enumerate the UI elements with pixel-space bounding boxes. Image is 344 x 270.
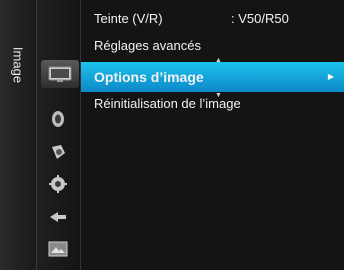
sound-icon[interactable]: [47, 108, 69, 130]
menu-item-reinitialisation[interactable]: Réinitialisation de l’image: [81, 91, 344, 117]
setup-icon[interactable]: [47, 173, 69, 195]
chevron-right-icon: ▶: [327, 72, 334, 81]
menu-item-label: Teinte (V/R): [94, 11, 163, 26]
menu-item-label: Réglages avancés: [94, 38, 201, 53]
input-icon[interactable]: [47, 206, 69, 228]
application-icon[interactable]: [47, 238, 69, 260]
menu-list: Teinte (V/R) : V50/R50 Réglages avancés …: [81, 0, 344, 270]
menu-category-tab: Image: [0, 0, 37, 270]
tv-osd-frame: Image Teinte (V/R): V50/R50 Réglages av…: [0, 0, 344, 270]
menu-item-options-image[interactable]: Options d’image ▶: [81, 62, 344, 92]
menu-item-reglages-avances[interactable]: Réglages avancés: [81, 33, 344, 59]
menu-item-teinte[interactable]: Teinte (V/R) : V50/R50: [81, 6, 344, 32]
channel-icon[interactable]: [47, 141, 69, 163]
category-icon-column: [37, 0, 81, 270]
menu-item-label: Réinitialisation de l’image: [94, 96, 241, 111]
menu-item-label: Options d’image: [94, 69, 204, 85]
picture-icon[interactable]: [41, 60, 79, 88]
menu-category-label: Image: [10, 46, 26, 84]
menu-item-value: : V50/R50: [231, 11, 289, 26]
